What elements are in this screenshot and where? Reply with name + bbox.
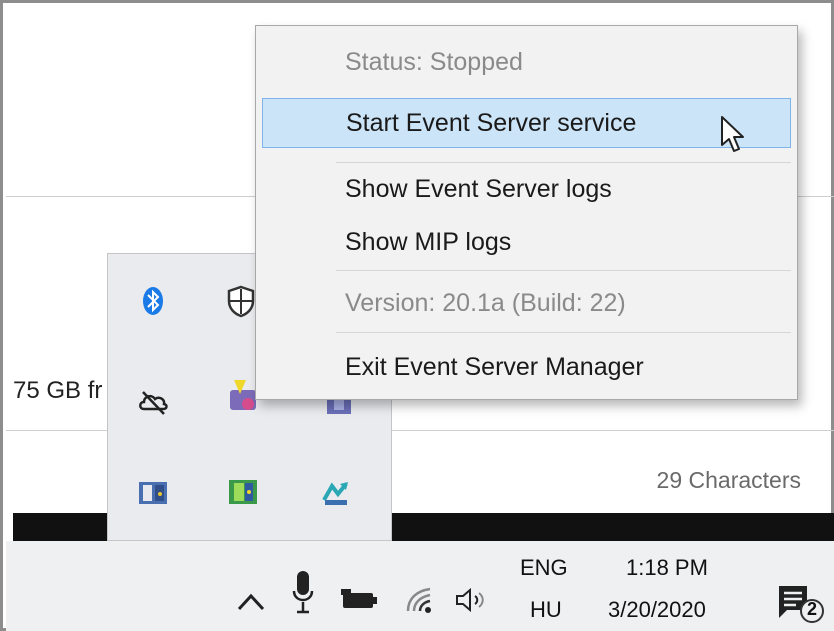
app-icon-door-green[interactable] bbox=[226, 474, 260, 508]
speaker-icon[interactable] bbox=[454, 587, 490, 618]
screen-frame: 75 GB fr 29 Characters Status: Stopped S… bbox=[0, 0, 834, 631]
chevron-up-icon[interactable] bbox=[236, 591, 266, 618]
menu-item-exit[interactable]: Exit Event Server Manager bbox=[262, 342, 791, 392]
mouse-cursor-icon bbox=[719, 115, 747, 160]
app-icon-teal[interactable] bbox=[320, 476, 354, 510]
character-count: 29 Characters bbox=[656, 467, 801, 493]
menu-separator bbox=[336, 162, 791, 163]
action-center-icon[interactable]: 2 bbox=[776, 581, 826, 630]
taskbar: ENG HU 1:18 PM 3/20/2020 2 bbox=[6, 541, 834, 631]
windows-security-icon[interactable] bbox=[224, 284, 258, 318]
microphone-icon[interactable] bbox=[292, 569, 314, 620]
notification-count-badge: 2 bbox=[806, 599, 817, 619]
menu-item-version: Version: 20.1a (Build: 22) bbox=[345, 289, 626, 317]
battery-icon[interactable] bbox=[340, 587, 380, 618]
app-icon-door-blue[interactable] bbox=[136, 476, 170, 510]
menu-item-show-event-logs[interactable]: Show Event Server logs bbox=[262, 164, 791, 214]
menu-item-start-service[interactable]: Start Event Server service bbox=[262, 98, 791, 148]
onedrive-icon[interactable] bbox=[136, 384, 170, 418]
clock-date[interactable]: 3/20/2020 bbox=[608, 597, 706, 623]
clock-time[interactable]: 1:18 PM bbox=[626, 555, 708, 581]
wifi-icon[interactable] bbox=[404, 585, 438, 620]
context-menu: Status: Stopped Start Event Server servi… bbox=[255, 25, 798, 400]
menu-separator bbox=[336, 270, 791, 271]
disk-space-label: 75 GB fr bbox=[13, 377, 103, 404]
menu-separator bbox=[336, 332, 791, 333]
bluetooth-icon[interactable] bbox=[136, 284, 170, 318]
menu-item-show-mip-logs[interactable]: Show MIP logs bbox=[262, 217, 791, 267]
input-language[interactable]: ENG bbox=[520, 555, 568, 581]
menu-item-status: Status: Stopped bbox=[345, 48, 523, 76]
keyboard-layout[interactable]: HU bbox=[530, 597, 562, 623]
